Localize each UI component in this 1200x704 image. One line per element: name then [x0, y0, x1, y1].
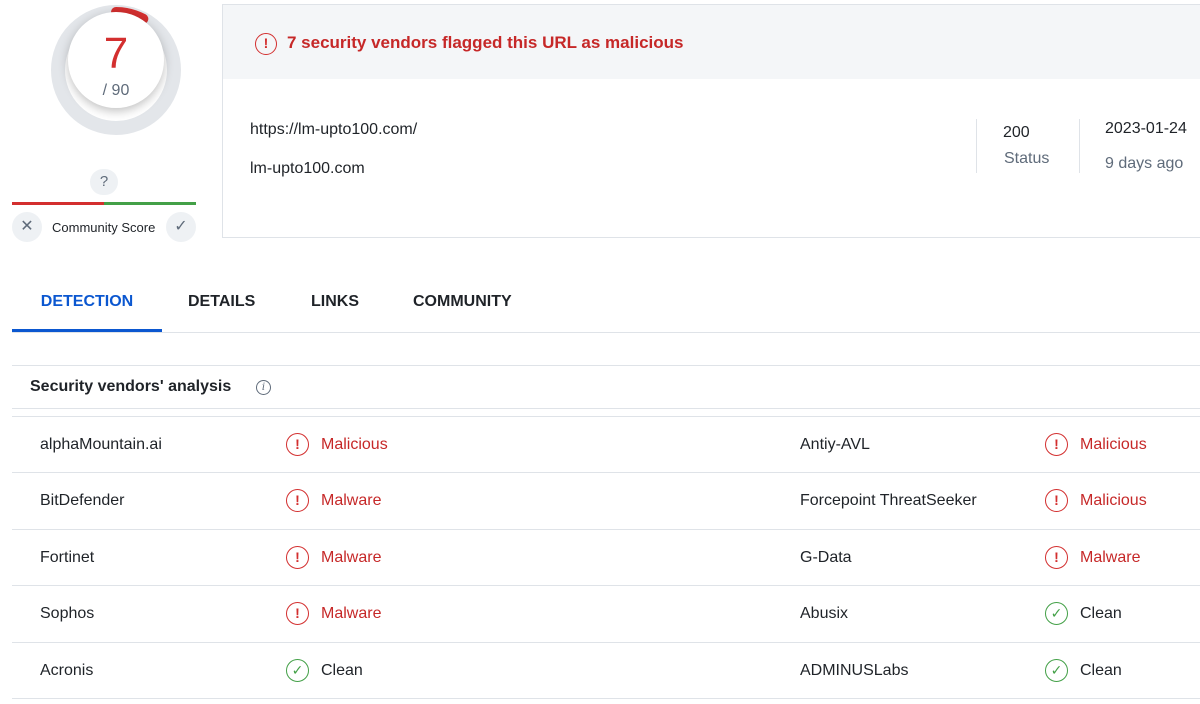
- table-row: Fortinet! Malware G-Data! Malware: [12, 530, 1200, 587]
- vendor-results-table: alphaMountain.ai! Malicious Antiy-AVL! Mali…: [12, 416, 1200, 699]
- verdict-label: Malicious: [1080, 492, 1147, 510]
- verdict-label: Malware: [321, 492, 382, 510]
- table-row: BitDefender! Malware Forcepoint ThreatSeek…: [12, 473, 1200, 530]
- divider: [976, 119, 977, 173]
- vote-harmful-button[interactable]: ✕: [12, 212, 42, 242]
- verdict-label: Clean: [1080, 605, 1122, 623]
- check-icon: ✓: [1045, 658, 1068, 682]
- vendor-name: alphaMountain.ai: [40, 436, 162, 453]
- verdict-label: Clean: [321, 661, 363, 679]
- verdict-label: Clean: [1080, 661, 1122, 679]
- vendor-name: Forcepoint ThreatSeeker: [800, 492, 977, 510]
- vendor-name: Fortinet: [40, 548, 95, 566]
- vendor-name: ADMINUSLabs: [800, 661, 909, 679]
- tab-links[interactable]: LINKS: [311, 272, 359, 332]
- table-row: alphaMountain.ai! Malicious Antiy-AVL! Mali…: [12, 417, 1200, 474]
- verdict-label: Malicious: [321, 436, 388, 453]
- detection-count: 7: [103, 29, 129, 78]
- check-icon: ✓: [1045, 602, 1068, 626]
- alert-icon: !: [286, 433, 309, 456]
- table-row: Sophos! Malware Abusix ✓ Clean: [12, 586, 1200, 643]
- vendors-analysis-panel: Security vendors' analysis i alphaMounta…: [12, 365, 1200, 704]
- community-unknown-icon: ?: [90, 169, 118, 195]
- alert-icon: !: [255, 33, 277, 55]
- alert-message: 7 security vendors flagged this URL as m…: [287, 33, 684, 52]
- score-panel: 7 / 90 ? ✕ Community Score ✓: [12, 0, 198, 245]
- scanned-url[interactable]: https://lm-upto100.com/: [250, 121, 417, 139]
- url-summary-card: ! 7 security vendors flagged this URL as…: [222, 4, 1200, 238]
- community-bar-positive: [104, 202, 196, 205]
- http-status-code: 200: [1003, 124, 1030, 141]
- detection-alert-banner: ! 7 security vendors flagged this URL as…: [223, 5, 1200, 79]
- report-tabs: DETECTION DETAILS LINKS COMMUNITY: [12, 272, 1200, 333]
- alert-icon: !: [286, 602, 309, 626]
- vendors-header: Security vendors' analysis i: [12, 365, 1200, 409]
- alert-icon: !: [1045, 433, 1068, 456]
- vote-harmless-button[interactable]: ✓: [166, 212, 196, 242]
- community-score-bar: [12, 202, 196, 205]
- community-bar-negative: [12, 202, 104, 205]
- check-icon: ✓: [286, 658, 309, 682]
- score-center: 7 / 90: [68, 12, 164, 108]
- tab-community[interactable]: COMMUNITY: [413, 272, 512, 332]
- alert-icon: !: [1045, 489, 1068, 513]
- divider: [1079, 119, 1080, 173]
- alert-icon: !: [286, 489, 309, 513]
- community-score-row: ✕ Community Score ✓: [12, 212, 198, 242]
- url-hostname[interactable]: lm-upto100.com: [250, 160, 365, 178]
- total-engines: / 90: [102, 82, 130, 99]
- tab-details[interactable]: DETAILS: [188, 272, 255, 332]
- vendor-name: Sophos: [40, 605, 95, 623]
- tab-detection[interactable]: DETECTION: [12, 272, 162, 332]
- alert-icon: !: [1045, 545, 1068, 569]
- vendor-name: Antiy-AVL: [800, 436, 870, 453]
- detection-score-gauge: 7 / 90: [46, 0, 186, 140]
- alert-icon: !: [286, 545, 309, 569]
- verdict-label: Malware: [1080, 548, 1141, 566]
- analysis-age: 9 days ago: [1105, 155, 1184, 172]
- vendor-name: Abusix: [800, 605, 849, 623]
- vendor-name: BitDefender: [40, 492, 125, 510]
- vendor-name: Acronis: [40, 661, 94, 679]
- analysis-date: 2023-01-24: [1105, 120, 1187, 137]
- verdict-label: Malware: [321, 548, 382, 566]
- table-row: Acronis ✓ Clean ADMINUSLabs ✓ Clean: [12, 643, 1200, 699]
- community-score-label: Community Score: [52, 220, 156, 235]
- verdict-label: Malicious: [1080, 436, 1147, 453]
- http-status-label: Status: [1004, 150, 1050, 167]
- info-icon[interactable]: i: [256, 380, 271, 395]
- verdict-label: Malware: [321, 605, 382, 623]
- vendor-name: G-Data: [800, 548, 852, 566]
- vendors-title: Security vendors' analysis: [30, 378, 232, 395]
